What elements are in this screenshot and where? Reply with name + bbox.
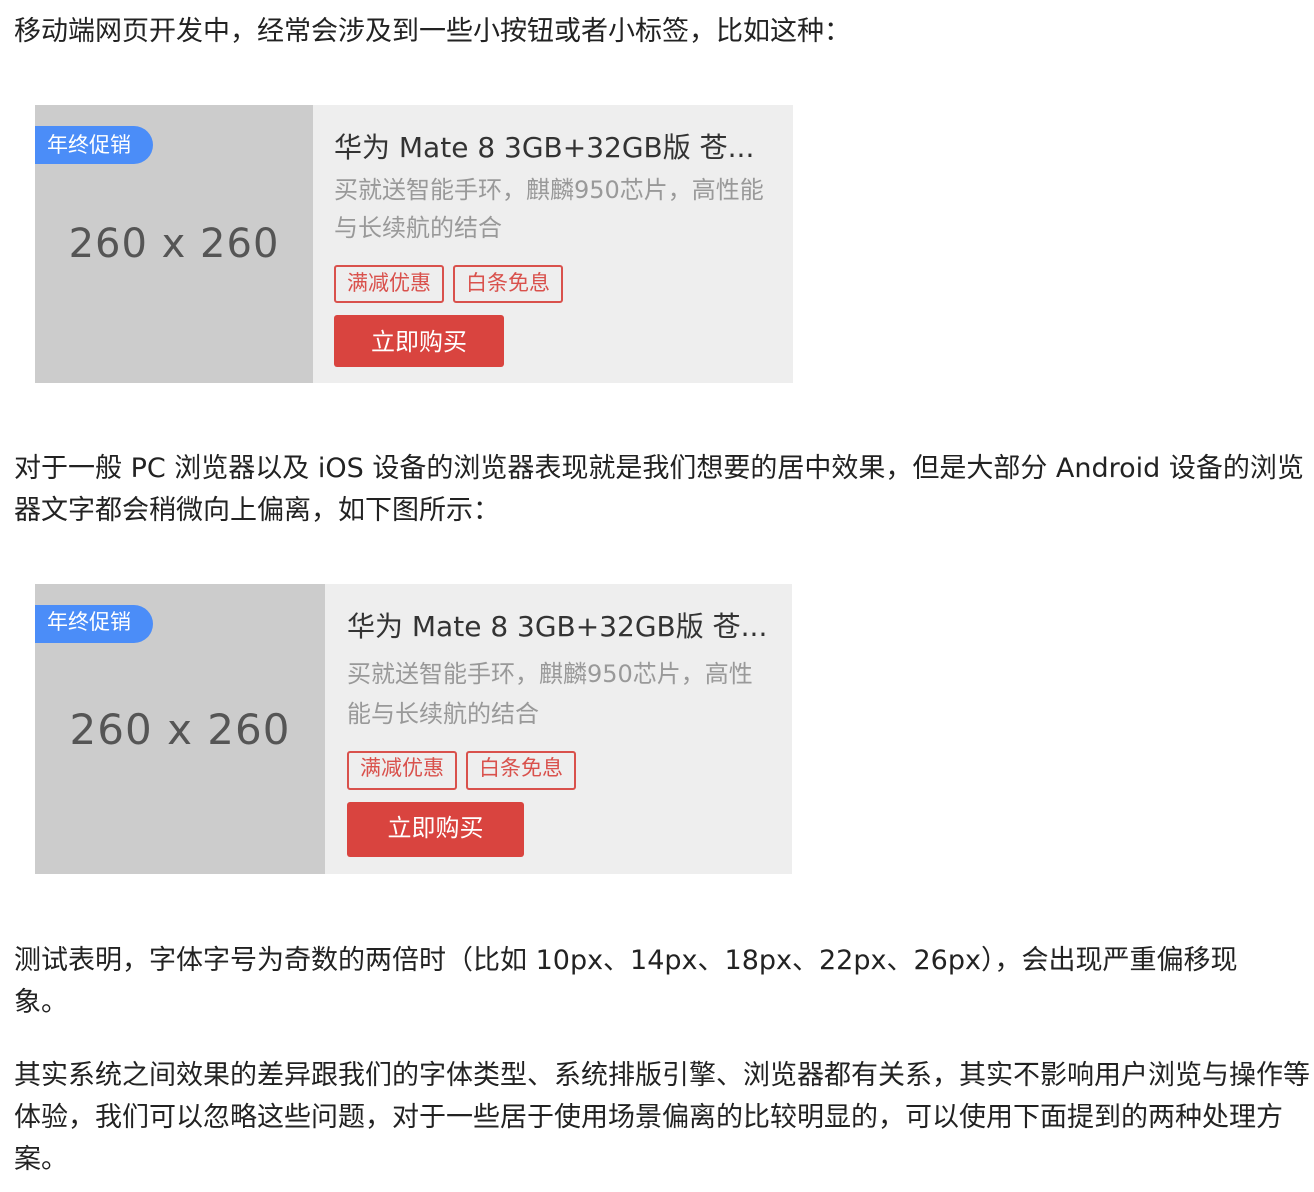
conclusion-paragraph: 其实系统之间效果的差异跟我们的字体类型、系统排版引擎、浏览器都有关系，其实不影响…: [14, 1060, 1310, 1175]
promo-badge: 年终促销: [35, 126, 153, 164]
promo-badge: 年终促销: [35, 605, 153, 643]
tag-interest-free: 白条免息: [453, 265, 563, 303]
product-title[interactable]: 华为 Mate 8 3GB+32GB版 苍...: [347, 608, 767, 646]
image-size-label: 260 x 260: [68, 221, 280, 267]
test-result-paragraph: 测试表明，字体字号为奇数的两倍时（比如 10px、14px、18px、22px、…: [14, 945, 1238, 1018]
intro-paragraph: 移动端网页开发中，经常会涉及到一些小按钮或者小标签，比如这种：: [14, 16, 851, 47]
product-description: 买就送智能手环，麒麟950芯片，高性能与长续航的结合: [347, 660, 753, 728]
tag-discount: 满减优惠: [347, 751, 457, 790]
buy-now-button[interactable]: 立即购买: [334, 315, 504, 367]
product-description: 买就送智能手环，麒麟950芯片，高性能与长续航的结合: [334, 176, 764, 242]
image-size-label: 260 x 260: [69, 704, 291, 754]
product-title[interactable]: 华为 Mate 8 3GB+32GB版 苍...: [334, 129, 754, 167]
buy-now-button[interactable]: 立即购买: [347, 802, 524, 857]
tag-discount: 满减优惠: [334, 265, 444, 303]
product-card-ios: 260 x 260 年终促销 华为 Mate 8 3GB+32GB版 苍... …: [35, 105, 793, 383]
comparison-paragraph: 对于一般 PC 浏览器以及 iOS 设备的浏览器表现就是我们想要的居中效果，但是…: [14, 453, 1304, 526]
tag-interest-free: 白条免息: [466, 751, 576, 790]
product-card-android: 260 x 260 年终促销 华为 Mate 8 3GB+32GB版 苍... …: [35, 584, 792, 874]
product-tags: 满减优惠 白条免息: [347, 751, 576, 790]
product-tags: 满减优惠 白条免息: [334, 265, 563, 303]
